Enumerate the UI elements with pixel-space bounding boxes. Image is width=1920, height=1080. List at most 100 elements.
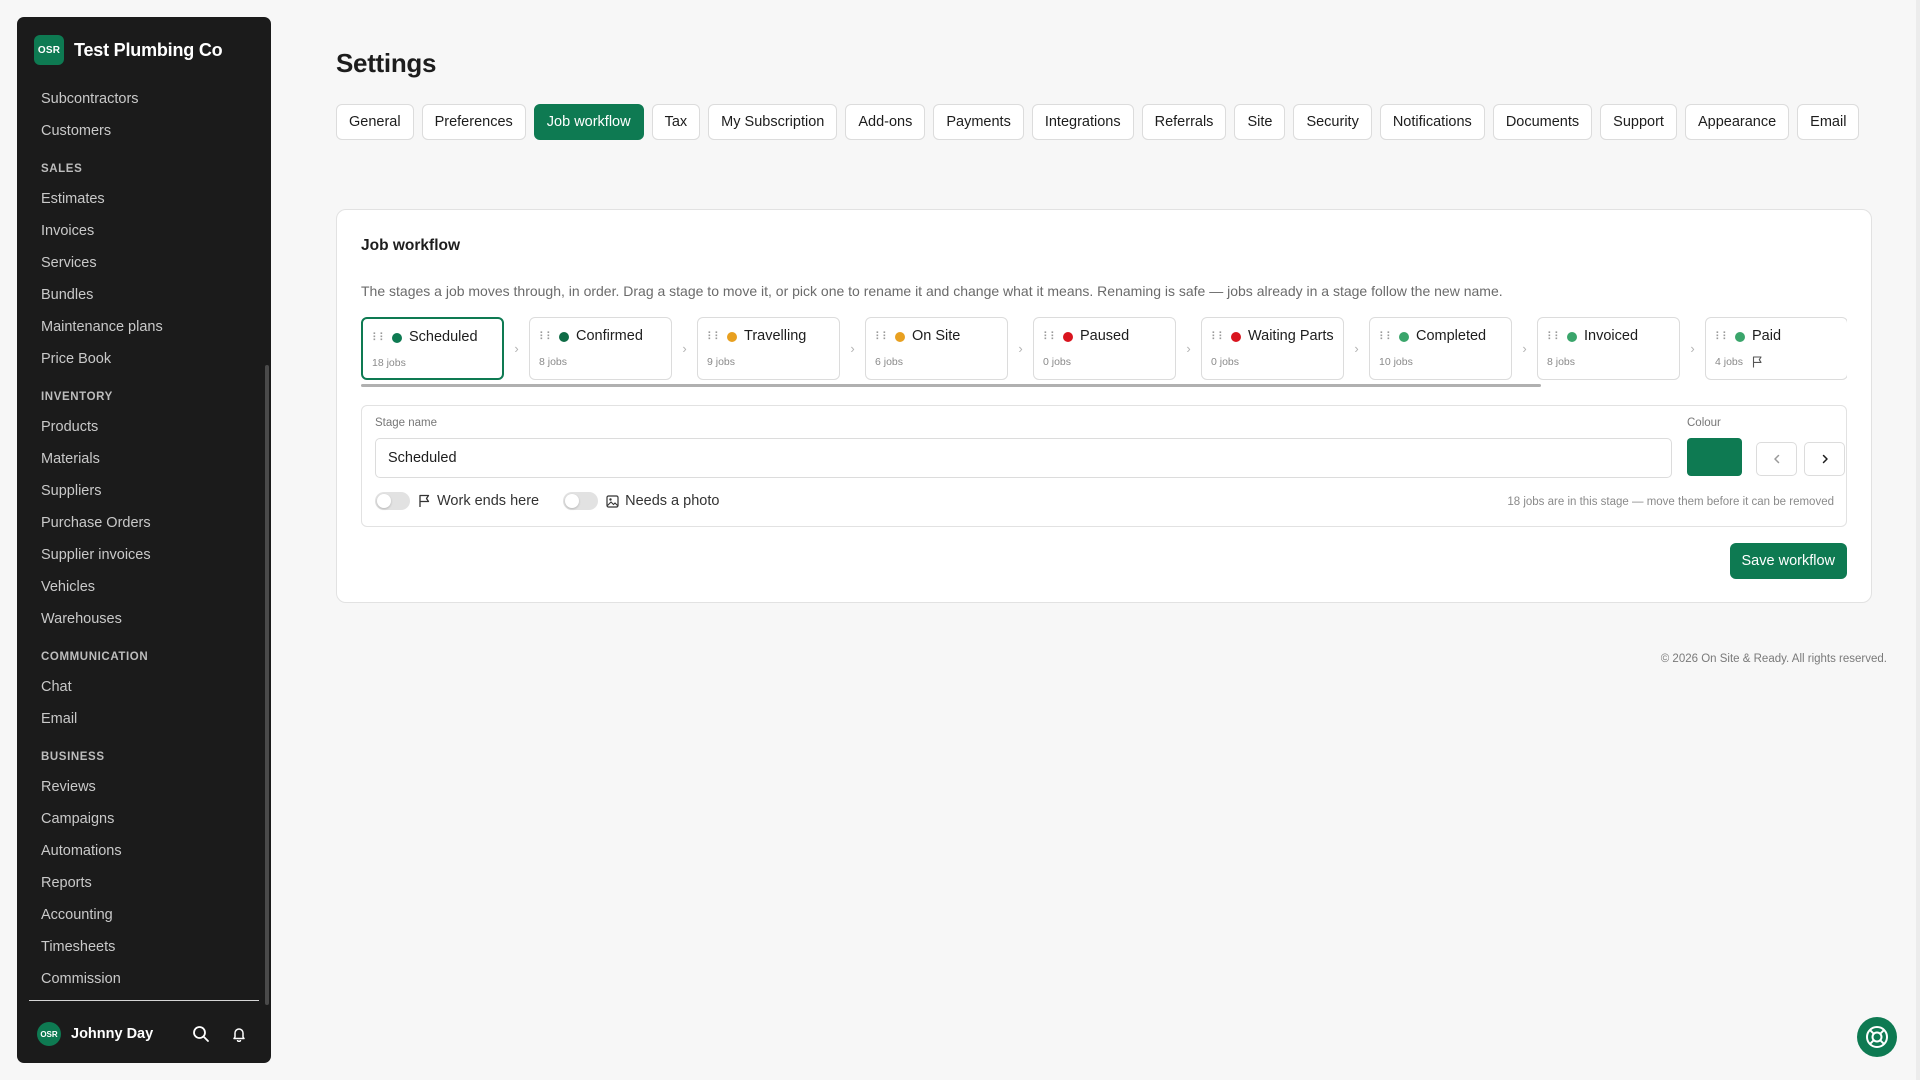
tab-add-ons[interactable]: Add-ons xyxy=(845,104,926,140)
stage-paid[interactable]: ⠇⠇ Paid 4 jobs xyxy=(1705,317,1847,380)
tab-appearance[interactable]: Appearance xyxy=(1684,104,1790,140)
stage-paused[interactable]: ⠇⠇ Paused 0 jobs xyxy=(1033,317,1176,380)
sidebar-item-email[interactable]: Email xyxy=(41,703,251,735)
sidebar-item-accounting[interactable]: Accounting xyxy=(41,899,251,931)
tab-payments[interactable]: Payments xyxy=(933,104,1024,140)
stage-name-input[interactable] xyxy=(375,438,1672,478)
chevron-left-icon xyxy=(1773,454,1779,464)
stage-editor: Stage name Colour Work ends here Needs a… xyxy=(361,405,1847,527)
tab-my-subscription[interactable]: My Subscription xyxy=(708,104,838,140)
sidebar-item-suppliers[interactable]: Suppliers xyxy=(41,475,251,507)
save-workflow-button[interactable]: Save workflow xyxy=(1729,543,1847,579)
sidebar-scrollbar[interactable] xyxy=(265,365,269,1005)
previous-stage-button[interactable] xyxy=(1756,442,1797,476)
search-icon[interactable] xyxy=(189,1022,213,1046)
sidebar-item-price-book[interactable]: Price Book xyxy=(41,343,251,375)
needs-photo-toggle[interactable] xyxy=(563,492,599,510)
chevron-right-icon: › xyxy=(682,341,687,356)
lifebuoy-icon xyxy=(1866,1026,1888,1048)
stage-on-site[interactable]: ⠇⠇ On Site 6 jobs xyxy=(865,317,1008,380)
stage-job-count: 10 jobs xyxy=(1379,356,1413,368)
sidebar-item-maintenance-plans[interactable]: Maintenance plans xyxy=(41,311,251,343)
drag-handle-icon[interactable]: ⠇⠇ xyxy=(1043,330,1058,343)
tab-integrations[interactable]: Integrations xyxy=(1031,104,1134,140)
stage-waiting-parts[interactable]: ⠇⠇ Waiting Parts 0 jobs xyxy=(1201,317,1344,380)
sidebar-item-supplier-invoices[interactable]: Supplier invoices xyxy=(41,539,251,571)
tab-notifications[interactable]: Notifications xyxy=(1379,104,1485,140)
stage-scrollbar[interactable] xyxy=(361,384,1541,387)
stage-job-count: 8 jobs xyxy=(1547,356,1576,368)
stage-name: Invoiced xyxy=(1584,328,1639,344)
stage-travelling[interactable]: ⠇⠇ Travelling 9 jobs xyxy=(697,317,840,380)
tab-site[interactable]: Site xyxy=(1234,104,1286,140)
sidebar-item-materials[interactable]: Materials xyxy=(41,443,251,475)
sidebar: OSR Test Plumbing Co Subcontractors Custo… xyxy=(17,17,271,1063)
stage-colour-dot xyxy=(1399,332,1409,342)
user-name[interactable]: Johnny Day xyxy=(71,1026,175,1042)
drag-handle-icon[interactable]: ⠇⠇ xyxy=(1547,330,1562,343)
tab-support[interactable]: Support xyxy=(1600,104,1677,140)
stage-job-count: 18 jobs xyxy=(372,357,406,369)
tab-referrals[interactable]: Referrals xyxy=(1141,104,1227,140)
chevron-right-icon: › xyxy=(1690,341,1695,356)
tab-job-workflow[interactable]: Job workflow xyxy=(533,104,644,140)
needs-photo-label: Needs a photo xyxy=(625,493,720,509)
sidebar-item-customers[interactable]: Customers xyxy=(41,115,251,147)
sidebar-item-warehouses[interactable]: Warehouses xyxy=(41,603,251,635)
help-button[interactable] xyxy=(1857,1017,1897,1057)
sidebar-item-timesheets[interactable]: Timesheets xyxy=(41,931,251,963)
stage-removal-note: 18 jobs are in this stage — move them be… xyxy=(1507,496,1834,508)
footer-copyright: © 2026 On Site & Ready. All rights reser… xyxy=(1660,653,1887,665)
sidebar-item-automations[interactable]: Automations xyxy=(41,835,251,867)
drag-handle-icon[interactable]: ⠇⠇ xyxy=(1379,330,1394,343)
workflow-card: Job workflow The stages a job moves thro… xyxy=(336,209,1872,603)
settings-tabs: General Preferences Job workflow Tax My Subs… xyxy=(336,104,1876,140)
stage-colour-dot xyxy=(895,332,905,342)
sidebar-item-services[interactable]: Services xyxy=(41,247,251,279)
sidebar-item-reviews[interactable]: Reviews xyxy=(41,771,251,803)
tab-email[interactable]: Email xyxy=(1797,104,1860,140)
stage-colour-dot xyxy=(1567,332,1577,342)
stage-scheduled[interactable]: ⠇⠇ Scheduled 18 jobs xyxy=(361,317,504,380)
work-ends-label: Work ends here xyxy=(437,493,540,509)
sidebar-item-reports[interactable]: Reports xyxy=(41,867,251,899)
drag-handle-icon[interactable]: ⠇⠇ xyxy=(707,330,722,343)
stage-name: Travelling xyxy=(744,328,807,344)
stage-invoiced[interactable]: ⠇⠇ Invoiced 8 jobs xyxy=(1537,317,1680,380)
drag-handle-icon[interactable]: ⠇⠇ xyxy=(1715,330,1730,343)
drag-handle-icon[interactable]: ⠇⠇ xyxy=(539,330,554,343)
tab-tax[interactable]: Tax xyxy=(651,104,701,140)
stage-confirmed[interactable]: ⠇⠇ Confirmed 8 jobs xyxy=(529,317,672,380)
card-title: Job workflow xyxy=(361,237,461,254)
sidebar-item-estimates[interactable]: Estimates xyxy=(41,183,251,215)
sidebar-item-commission[interactable]: Commission xyxy=(41,963,251,995)
sidebar-divider xyxy=(29,1000,259,1001)
sidebar-item-campaigns[interactable]: Campaigns xyxy=(41,803,251,835)
sidebar-item-products[interactable]: Products xyxy=(41,411,251,443)
sidebar-nav-list: Subcontractors Customers SALES Estimates Inv… xyxy=(41,83,251,995)
tab-security[interactable]: Security xyxy=(1293,104,1372,140)
page-scrollbar[interactable] xyxy=(1916,0,1920,1080)
stage-name: On Site xyxy=(912,328,961,344)
bell-icon[interactable] xyxy=(227,1022,251,1046)
sidebar-item-purchase-orders[interactable]: Purchase Orders xyxy=(41,507,251,539)
tab-preferences[interactable]: Preferences xyxy=(421,104,526,140)
drag-handle-icon[interactable]: ⠇⠇ xyxy=(1211,330,1226,343)
user-avatar[interactable]: OSR xyxy=(37,1022,61,1046)
stage-completed[interactable]: ⠇⠇ Completed 10 jobs xyxy=(1369,317,1512,380)
sidebar-item-invoices[interactable]: Invoices xyxy=(41,215,251,247)
drag-handle-icon[interactable]: ⠇⠇ xyxy=(372,331,387,344)
work-ends-toggle[interactable] xyxy=(375,492,410,510)
stage-list: ⠇⠇ Scheduled 18 jobs › ⠇⠇ Confirmed 8 jobs › ⠇⠇ T… xyxy=(361,317,1847,387)
stage-name: Completed xyxy=(1416,328,1487,344)
tab-general[interactable]: General xyxy=(336,104,414,140)
brand[interactable]: OSR Test Plumbing Co xyxy=(34,35,223,65)
drag-handle-icon[interactable]: ⠇⠇ xyxy=(875,330,890,343)
colour-swatch[interactable] xyxy=(1687,438,1742,476)
next-stage-button[interactable] xyxy=(1804,442,1845,476)
sidebar-item-subcontractors[interactable]: Subcontractors xyxy=(41,83,251,115)
sidebar-item-bundles[interactable]: Bundles xyxy=(41,279,251,311)
sidebar-item-chat[interactable]: Chat xyxy=(41,671,251,703)
tab-documents[interactable]: Documents xyxy=(1492,104,1593,140)
sidebar-item-vehicles[interactable]: Vehicles xyxy=(41,571,251,603)
